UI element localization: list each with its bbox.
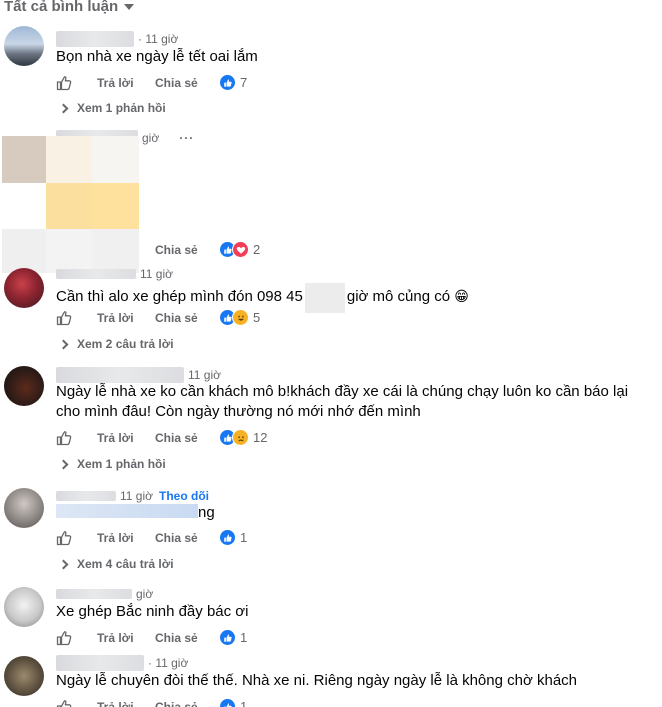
thumbs-up-icon[interactable] bbox=[56, 430, 72, 446]
avatar[interactable] bbox=[4, 26, 44, 66]
reply-button[interactable]: Trả lời bbox=[97, 311, 134, 325]
comment-text: Cần thì alo xe ghép mình đón 098 45 giờ m… bbox=[56, 283, 636, 313]
like-reaction-icon bbox=[219, 74, 236, 91]
view-replies-label: Xem 4 câu trả lời bbox=[77, 557, 174, 571]
share-button[interactable]: Chia sẻ bbox=[155, 631, 198, 645]
avatar[interactable] bbox=[4, 268, 44, 308]
chevron-down-icon bbox=[58, 339, 69, 349]
author-name[interactable] bbox=[56, 655, 144, 671]
view-replies-button[interactable]: Xem 1 phản hồi bbox=[58, 99, 166, 117]
comment-text: Xe ghép Bắc ninh đầy bác ơi bbox=[56, 603, 249, 620]
reply-button[interactable]: Trả lời bbox=[97, 431, 134, 445]
chevron-down-icon bbox=[58, 559, 69, 569]
share-button[interactable]: Chia sẻ bbox=[155, 76, 198, 90]
chevron-down-icon bbox=[58, 459, 69, 469]
author-name[interactable] bbox=[56, 31, 134, 47]
chevron-down-icon bbox=[58, 103, 69, 113]
comment-item: 11 giờ Cần thì alo xe ghép mình đón 098 … bbox=[0, 266, 662, 356]
reaction-summary[interactable]: 7 bbox=[219, 74, 247, 91]
view-replies-button[interactable]: Xem 4 câu trả lời bbox=[58, 555, 174, 573]
timestamp[interactable]: 11 giờ bbox=[120, 489, 153, 503]
like-reaction-icon bbox=[219, 629, 236, 646]
reaction-count: 1 bbox=[240, 530, 248, 545]
reply-button[interactable]: Trả lời bbox=[97, 631, 134, 645]
view-replies-button[interactable]: Xem 2 câu trả lời bbox=[58, 335, 174, 353]
like-reaction-icon bbox=[219, 698, 236, 707]
thumbs-up-icon[interactable] bbox=[56, 75, 72, 91]
share-button[interactable]: Chia sẻ bbox=[155, 531, 198, 545]
comment-item: giờ Xe ghép Bắc ninh đầy bác ơi Trả lời … bbox=[0, 586, 662, 650]
sad-reaction-icon bbox=[232, 429, 249, 446]
avatar[interactable] bbox=[4, 488, 44, 528]
timestamp[interactable]: 11 giờ bbox=[188, 368, 221, 382]
like-reaction-icon bbox=[219, 529, 236, 546]
comment-filter-label: Tất cả bình luận bbox=[4, 0, 119, 15]
timestamp[interactable]: · 11 giờ bbox=[148, 656, 188, 670]
caret-down-icon bbox=[124, 4, 135, 10]
timestamp[interactable]: giờ bbox=[136, 587, 153, 601]
comment-image[interactable] bbox=[2, 136, 139, 273]
author-name[interactable] bbox=[56, 269, 136, 279]
timestamp[interactable]: · 11 giờ bbox=[138, 32, 178, 46]
reply-button[interactable]: Trả lời bbox=[97, 700, 134, 707]
reaction-count: 12 bbox=[253, 430, 268, 445]
reaction-summary[interactable]: 1 bbox=[219, 629, 247, 646]
avatar[interactable] bbox=[4, 366, 44, 406]
view-replies-label: Xem 2 câu trả lời bbox=[77, 337, 174, 351]
reaction-summary[interactable]: 5 bbox=[219, 309, 260, 326]
reaction-count: 5 bbox=[253, 310, 261, 325]
author-name[interactable] bbox=[56, 589, 132, 599]
reply-button[interactable]: Trả lời bbox=[97, 76, 134, 90]
thumbs-up-icon[interactable] bbox=[56, 530, 72, 546]
reaction-count: 1 bbox=[240, 699, 248, 707]
avatar[interactable] bbox=[4, 587, 44, 627]
comment-item: giờ ··· Chia sẻ 2 bbox=[0, 128, 662, 273]
reply-button[interactable]: Trả lời bbox=[97, 531, 134, 545]
follow-button[interactable]: Theo dõi bbox=[159, 489, 209, 503]
thumbs-up-icon[interactable] bbox=[56, 310, 72, 326]
reaction-summary[interactable]: 1 bbox=[219, 698, 247, 707]
comment-item: · 11 giờ Bọn nhà xe ngày lễ tết oai lắm … bbox=[0, 26, 662, 122]
comment-item: · 11 giờ Ngày lễ chuyên đòi thế thế. Nhà… bbox=[0, 654, 662, 707]
haha-reaction-icon bbox=[232, 309, 249, 326]
comment-item: 11 giờ Theo dõi ng Trả lời Chia sẻ 1 Xem… bbox=[0, 486, 662, 578]
share-button[interactable]: Chia sẻ bbox=[155, 311, 198, 325]
timestamp[interactable]: giờ bbox=[142, 131, 159, 145]
comment-text: ng bbox=[56, 503, 636, 523]
view-replies-label: Xem 1 phản hồi bbox=[77, 101, 166, 115]
author-name[interactable] bbox=[56, 367, 184, 383]
view-replies-label: Xem 1 phản hồi bbox=[77, 457, 166, 471]
reaction-count: 1 bbox=[240, 630, 248, 645]
grin-emoji: 😁 bbox=[454, 288, 469, 304]
share-button[interactable]: Chia sẻ bbox=[155, 700, 198, 707]
reaction-count: 7 bbox=[240, 75, 248, 90]
love-reaction-icon bbox=[232, 241, 249, 258]
reaction-summary[interactable]: 1 bbox=[219, 529, 247, 546]
view-replies-button[interactable]: Xem 1 phản hồi bbox=[58, 455, 166, 473]
avatar[interactable] bbox=[4, 656, 44, 696]
comment-filter-dropdown[interactable]: Tất cả bình luận bbox=[4, 0, 135, 16]
reaction-summary[interactable]: 12 bbox=[219, 429, 267, 446]
reaction-summary[interactable]: 2 bbox=[219, 241, 260, 258]
timestamp[interactable]: 11 giờ bbox=[140, 267, 173, 281]
comment-text: Bọn nhà xe ngày lễ tết oai lắm bbox=[56, 48, 258, 65]
thumbs-up-icon[interactable] bbox=[56, 630, 72, 646]
share-button[interactable]: Chia sẻ bbox=[155, 243, 198, 257]
comment-text: Ngày lễ nhà xe ko cần khách mô b!khách đ… bbox=[56, 383, 629, 420]
thumbs-up-icon[interactable] bbox=[56, 699, 72, 707]
author-name[interactable] bbox=[56, 491, 116, 501]
redacted-text bbox=[56, 504, 198, 518]
comment-text: Ngày lễ chuyên đòi thế thế. Nhà xe ni. R… bbox=[56, 672, 578, 689]
share-button[interactable]: Chia sẻ bbox=[155, 431, 198, 445]
reaction-count: 2 bbox=[253, 242, 261, 257]
more-options-icon[interactable]: ··· bbox=[179, 131, 194, 145]
redacted-phone bbox=[304, 283, 345, 313]
comment-item: 11 giờ Ngày lễ nhà xe ko cần khách mô b!… bbox=[0, 366, 662, 476]
